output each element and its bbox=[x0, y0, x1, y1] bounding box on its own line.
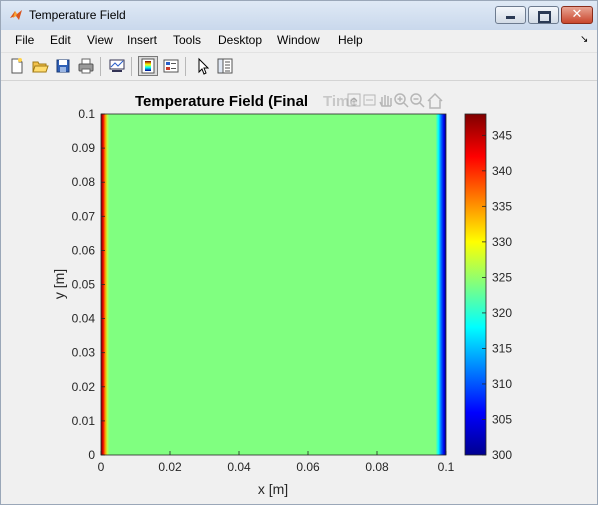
pan-icon[interactable] bbox=[379, 95, 392, 107]
toolbar-separator bbox=[185, 57, 186, 76]
y-tick-label: 0.05 bbox=[72, 278, 96, 292]
colorbar-tick-label: 300 bbox=[492, 448, 512, 462]
minimize-icon bbox=[506, 16, 515, 19]
new-figure-icon[interactable] bbox=[7, 56, 27, 76]
toolbar-separator bbox=[100, 57, 101, 76]
edit-plot-arrow-icon[interactable] bbox=[193, 56, 213, 76]
figure-window: Temperature Field ✕ File Edit View Inser… bbox=[0, 0, 598, 505]
axes-toolbar bbox=[347, 92, 443, 109]
temperature-field bbox=[101, 114, 446, 455]
y-tick-label: 0.09 bbox=[72, 141, 96, 155]
menu-insert[interactable]: Insert bbox=[127, 33, 157, 47]
x-tick-label: 0.06 bbox=[296, 460, 320, 474]
maximize-icon bbox=[538, 11, 551, 23]
colorbar-tick-label: 320 bbox=[492, 306, 512, 320]
x-tick-label: 0.08 bbox=[365, 460, 389, 474]
y-tick-label: 0.04 bbox=[72, 312, 96, 326]
colorbar-toggle-button[interactable] bbox=[138, 56, 158, 76]
y-tick-label: 0.03 bbox=[72, 346, 96, 360]
colorbar-tick-label: 330 bbox=[492, 235, 512, 249]
print-icon[interactable] bbox=[76, 56, 96, 76]
y-axis-ticks: 0 0.01 0.02 0.03 0.04 0.05 0.06 0.07 0.08 0.09 0.1 bbox=[72, 107, 105, 462]
menu-desktop[interactable]: Desktop bbox=[218, 33, 262, 47]
link-plot-icon[interactable] bbox=[107, 56, 127, 76]
figure-toolbar bbox=[1, 52, 597, 81]
y-tick-label: 0 bbox=[88, 448, 95, 462]
colorbar-tick-label: 325 bbox=[492, 270, 512, 284]
property-inspector-icon[interactable] bbox=[215, 56, 235, 76]
y-tick-label: 0.06 bbox=[72, 243, 96, 257]
plot-title-overlapped-text: Time bbox=[323, 93, 358, 110]
title-bar[interactable]: Temperature Field ✕ bbox=[1, 1, 597, 30]
toolbar-separator bbox=[131, 57, 132, 76]
window-title: Temperature Field bbox=[29, 8, 126, 22]
x-tick-label: 0.04 bbox=[227, 460, 251, 474]
menu-help[interactable]: Help bbox=[338, 33, 363, 47]
y-tick-label: 0.08 bbox=[72, 175, 96, 189]
colorbar-tick-label: 305 bbox=[492, 412, 512, 426]
colorbar-tick-label: 345 bbox=[492, 128, 512, 142]
x-tick-label: 0 bbox=[98, 460, 105, 474]
zoom-in-icon[interactable] bbox=[394, 93, 409, 108]
y-tick-label: 0.07 bbox=[72, 209, 96, 223]
colorbar-tick-label: 340 bbox=[492, 164, 512, 178]
x-tick-label: 0.02 bbox=[158, 460, 182, 474]
close-icon: ✕ bbox=[571, 7, 583, 22]
y-tick-label: 0.01 bbox=[72, 414, 96, 428]
zoom-out-icon[interactable] bbox=[410, 93, 425, 108]
save-icon[interactable] bbox=[53, 56, 73, 76]
colorbar-tick-label: 315 bbox=[492, 341, 512, 355]
plot-title: Temperature Field (Final bbox=[135, 93, 308, 110]
y-axis-label: y [m] bbox=[51, 269, 67, 299]
colorbar-tick-label: 310 bbox=[492, 377, 512, 391]
plot-svg: 0 0.02 0.04 0.06 0.08 0.1 0 0.01 0.02 0.03 0.04 0.… bbox=[51, 92, 512, 497]
matlab-logo-icon bbox=[10, 10, 22, 20]
colorbar-icon bbox=[141, 58, 155, 74]
menu-window[interactable]: Window bbox=[277, 33, 320, 47]
colorbar-tick-label: 335 bbox=[492, 199, 512, 213]
menu-view[interactable]: View bbox=[87, 33, 113, 47]
colorbar bbox=[465, 114, 486, 455]
maximize-button[interactable] bbox=[528, 6, 559, 24]
open-file-icon[interactable] bbox=[30, 56, 50, 76]
brush-icon[interactable] bbox=[363, 94, 376, 106]
y-tick-label: 0.1 bbox=[78, 107, 95, 121]
menu-bar: File Edit View Insert Tools Desktop Wind… bbox=[1, 30, 597, 51]
menu-edit[interactable]: Edit bbox=[50, 33, 71, 47]
figure-canvas: 0 0.02 0.04 0.06 0.08 0.1 0 0.01 0.02 0.03 0.04 0.… bbox=[7, 81, 591, 501]
colorbar-ticks: 300 305 310 315 320 325 330 335 340 345 bbox=[482, 128, 512, 462]
y-tick-label: 0.02 bbox=[72, 380, 96, 394]
x-axis-label: x [m] bbox=[258, 481, 288, 497]
home-icon[interactable] bbox=[427, 92, 443, 109]
legend-toggle-icon[interactable] bbox=[161, 56, 181, 76]
dock-arrow-icon[interactable]: ↘ bbox=[580, 34, 588, 45]
close-button[interactable]: ✕ bbox=[561, 6, 593, 24]
menu-tools[interactable]: Tools bbox=[173, 33, 201, 47]
minimize-button[interactable] bbox=[495, 6, 526, 24]
menu-file[interactable]: File bbox=[15, 33, 34, 47]
x-tick-label: 0.1 bbox=[438, 460, 455, 474]
